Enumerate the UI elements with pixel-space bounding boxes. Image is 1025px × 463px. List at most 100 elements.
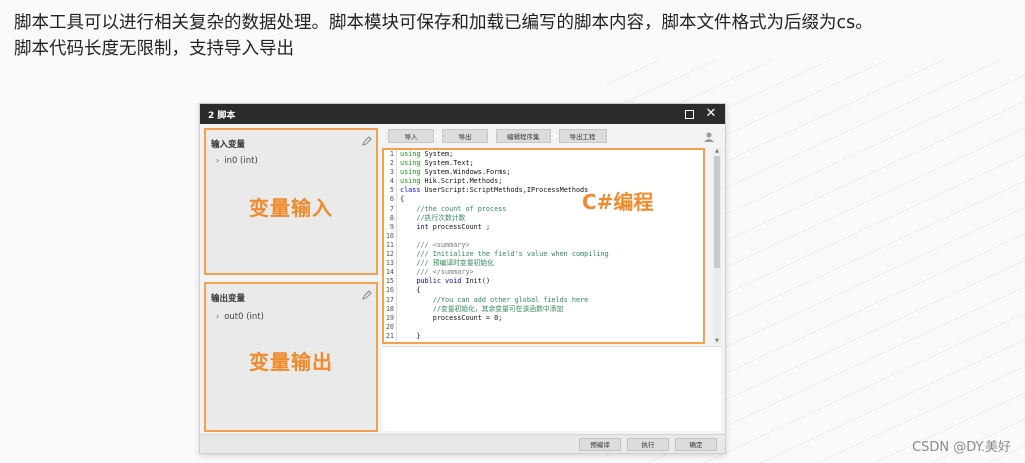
code-annotation: C#编程 bbox=[582, 190, 654, 214]
code-line: 15 public void Init() bbox=[384, 277, 703, 287]
edit-assembly-button[interactable]: 编辑程序集 bbox=[496, 129, 551, 143]
line-number: 20 bbox=[384, 322, 397, 332]
line-number: 19 bbox=[384, 313, 397, 323]
chevron-right-icon: › bbox=[216, 156, 220, 165]
code-token: Hik.Script.Methods; bbox=[420, 177, 503, 186]
dialog-title: 2 脚本 bbox=[208, 110, 236, 121]
code-token: Init() bbox=[461, 277, 491, 286]
input-variable-item[interactable]: › in0 (int) bbox=[216, 156, 258, 166]
close-button[interactable]: ✕ bbox=[705, 106, 717, 121]
scroll-thumb[interactable] bbox=[714, 156, 720, 268]
caption: 脚本工具可以进行相关复杂的数据处理。脚本模块可保存和加载已编写的脚本内容，脚本文… bbox=[14, 10, 1014, 62]
line-number: 14 bbox=[384, 268, 397, 278]
code-token: processCount ; bbox=[428, 222, 491, 231]
output-variable-label: out0 (int) bbox=[224, 312, 264, 322]
code-token: } bbox=[400, 331, 421, 340]
code-token: int bbox=[400, 222, 429, 231]
code-token: /// Initialize the field's value when co… bbox=[400, 250, 609, 259]
code-token: //You can add other global fields here bbox=[400, 295, 589, 304]
code-editor[interactable]: 1 using System; 2 using System.Text; 3 using … bbox=[382, 148, 705, 344]
code-line: 5 class UserScript:ScriptMethods,IProcess… bbox=[384, 186, 703, 196]
input-variable-label: in0 (int) bbox=[224, 156, 258, 166]
line-number: 1 bbox=[384, 150, 397, 160]
code-line: 16 { bbox=[384, 286, 703, 296]
code-token: /// <summary> bbox=[400, 240, 470, 249]
code-line: 3 using System.Windows.Forms; bbox=[384, 168, 703, 178]
code-scrollbar[interactable]: ▲ ▼ bbox=[713, 148, 721, 344]
code-line: 17 //You can add other global fields her… bbox=[384, 295, 703, 305]
code-line: 10 bbox=[384, 231, 703, 241]
scroll-up-icon[interactable]: ▲ bbox=[713, 148, 721, 154]
output-variables-panel: 输出变量 › out0 (int) 变量输出 bbox=[204, 282, 378, 432]
import-button[interactable]: 导入 bbox=[388, 129, 434, 143]
user-icon[interactable] bbox=[703, 131, 715, 143]
code-line: 6{ bbox=[384, 195, 703, 205]
caption-line-1: 脚本工具可以进行相关复杂的数据处理。脚本模块可保存和加载已编写的脚本内容，脚本文… bbox=[14, 13, 873, 33]
line-number: 4 bbox=[384, 177, 397, 187]
code-line: 7 //the count of process bbox=[384, 204, 703, 214]
output-variable-item[interactable]: › out0 (int) bbox=[216, 312, 264, 322]
line-number: 6 bbox=[384, 195, 397, 205]
watermark: CSDN @DY.美好 bbox=[912, 440, 1011, 455]
code-line: 19 processCount = 0; bbox=[384, 313, 703, 323]
pencil-icon[interactable] bbox=[362, 290, 372, 300]
code-token: System; bbox=[420, 150, 454, 158]
code-line: 11 /// <summary> bbox=[384, 240, 703, 251]
export-button[interactable]: 导出 bbox=[442, 129, 488, 143]
code-token: System.Windows.Forms; bbox=[420, 168, 511, 177]
line-number: 3 bbox=[384, 168, 397, 178]
code-line: 18 //变量初始化，其余变量可在该函数中添加 bbox=[384, 304, 703, 314]
code-area: 导入 导出 编辑程序集 导出工程 1 using System; 2 using Sy… bbox=[382, 126, 721, 435]
precompile-button[interactable]: 预编译 bbox=[579, 437, 621, 451]
code-token: System.Text; bbox=[420, 159, 474, 168]
code-token: //the count of process bbox=[400, 204, 507, 213]
line-number: 18 bbox=[384, 304, 397, 314]
caption-line-2: 脚本代码长度无限制，支持导入导出 bbox=[14, 39, 294, 59]
code-token: UserScript:ScriptMethods,IProcessMethods bbox=[420, 186, 589, 195]
code-token: processCount = 0; bbox=[400, 313, 503, 322]
code-token: using bbox=[400, 177, 421, 186]
code-line: 21 } bbox=[384, 331, 703, 341]
code-line: 4 using Hik.Script.Methods; bbox=[384, 177, 703, 187]
code-token: using bbox=[400, 159, 421, 168]
output-annotation: 变量输出 bbox=[249, 350, 333, 374]
line-number: 21 bbox=[384, 331, 397, 341]
code-line: 13 /// 预编译时变量初始化 bbox=[384, 259, 703, 269]
line-number: 10 bbox=[384, 231, 397, 241]
line-number: 11 bbox=[384, 240, 397, 251]
line-number: 8 bbox=[384, 213, 397, 223]
line-number: 15 bbox=[384, 277, 397, 287]
input-variables-panel: 输入变量 › in0 (int) 变量输入 bbox=[204, 128, 378, 275]
code-token: /// </summary> bbox=[400, 268, 474, 277]
code-line: 2 using System.Text; bbox=[384, 159, 703, 169]
code-line: 20 bbox=[384, 322, 703, 332]
input-annotation: 变量输入 bbox=[249, 196, 333, 220]
input-variables-title: 输入变量 bbox=[211, 140, 246, 150]
code-line: 1 using System; bbox=[384, 150, 703, 160]
line-number: 12 bbox=[384, 250, 397, 260]
output-variables-title: 输出变量 bbox=[211, 294, 246, 304]
code-line: 9 int processCount ; bbox=[384, 222, 703, 232]
code-token: public void bbox=[400, 277, 462, 286]
close-icon: ✕ bbox=[705, 106, 717, 121]
code-token: /// 预编译时变量初始化 bbox=[400, 259, 494, 268]
code-token: using bbox=[400, 168, 421, 177]
code-line: 14 /// </summary> bbox=[384, 268, 703, 278]
line-number: 9 bbox=[384, 222, 397, 232]
code-line: 12 /// Initialize the field's value when… bbox=[384, 250, 703, 260]
dialog-titlebar: 2 脚本 ✕ bbox=[200, 104, 725, 124]
script-dialog: 2 脚本 ✕ 输入变量 › in0 (int) 变量输入 输出变量 › out0 (… bbox=[199, 103, 726, 454]
line-number: 7 bbox=[384, 204, 397, 214]
scroll-down-icon[interactable]: ▼ bbox=[713, 338, 721, 344]
export-project-button[interactable]: 导出工程 bbox=[558, 129, 607, 143]
line-number: 17 bbox=[384, 295, 397, 305]
code-token: //执行次数计数 bbox=[400, 213, 466, 222]
line-number: 13 bbox=[384, 259, 397, 269]
code-token: class bbox=[400, 186, 421, 195]
confirm-button[interactable]: 确定 bbox=[675, 437, 717, 451]
line-number: 2 bbox=[384, 159, 397, 169]
code-token: { bbox=[400, 286, 421, 295]
maximize-button[interactable] bbox=[683, 108, 695, 120]
pencil-icon[interactable] bbox=[362, 136, 372, 146]
execute-button[interactable]: 执行 bbox=[627, 437, 669, 451]
